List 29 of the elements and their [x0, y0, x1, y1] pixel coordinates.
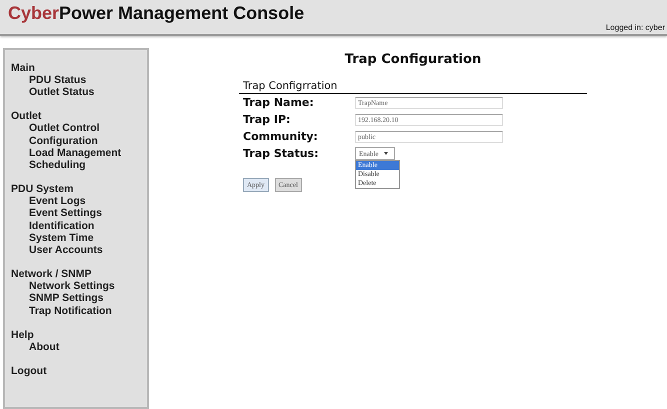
field-label: Trap Status: [243, 147, 320, 160]
field-label: Community: [243, 130, 319, 143]
menu-item[interactable]: Network Settings [11, 280, 147, 292]
menu-group-label[interactable]: Main [11, 62, 147, 74]
menu-item[interactable]: SNMP Settings [11, 292, 147, 305]
menu-item[interactable]: Event Settings [11, 207, 147, 220]
menu-group-label[interactable]: Help [11, 328, 147, 341]
brand-title: CyberPower Management Console [8, 3, 304, 24]
login-status: Logged in: cyber [606, 23, 665, 32]
menu-item[interactable]: Identification [11, 220, 147, 232]
menu-group-label[interactable]: PDU System [11, 183, 147, 196]
menu-item[interactable]: Trap Notification [11, 304, 147, 317]
section-heading: Trap Configrration [239, 80, 587, 94]
menu-item[interactable]: PDU Status [11, 74, 147, 86]
page-title: Trap Configuration [344, 52, 482, 67]
menu-item[interactable]: Configuration [11, 134, 147, 147]
menu-item[interactable]: Scheduling [11, 159, 147, 172]
menu-group-label[interactable]: Network / SNMP [11, 268, 147, 280]
menu-item[interactable]: System Time [11, 232, 147, 244]
field-label: Trap IP: [243, 113, 292, 126]
menu-item[interactable]: About [11, 340, 147, 354]
field-label: Trap Name: [243, 96, 315, 109]
menu-item[interactable]: Load Management [11, 146, 147, 160]
menu-group-label[interactable]: Logout [11, 365, 147, 378]
menu-item[interactable]: Outlet Control [11, 122, 147, 135]
menu-group-label[interactable]: Outlet [11, 110, 147, 122]
menu-item[interactable]: User Accounts [11, 244, 147, 256]
menu-item[interactable]: Event Logs [11, 195, 147, 208]
menu-item[interactable]: Outlet Status [11, 86, 147, 98]
